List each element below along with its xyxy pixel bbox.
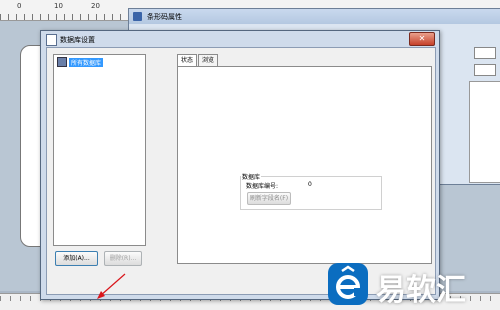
barcode-field[interactable] xyxy=(474,64,496,76)
tab-status[interactable]: 状态 xyxy=(177,54,198,66)
close-button[interactable]: ✕ xyxy=(409,32,435,46)
watermark-badge xyxy=(328,263,368,305)
database-number-label: 数据库编号: xyxy=(246,183,279,190)
tree-item-all-databases[interactable]: 所有数据库 xyxy=(57,57,104,67)
add-button[interactable]: 添加(A)... xyxy=(55,251,98,266)
refresh-fields-button[interactable]: 刷新字段名(F) xyxy=(247,192,291,205)
database-settings-icon xyxy=(46,34,57,46)
groupbox-title: 数据库 xyxy=(241,172,262,181)
tree-item-label: 所有数据库 xyxy=(69,57,104,67)
database-tree[interactable]: 所有数据库 xyxy=(53,54,146,246)
database-icon xyxy=(57,57,67,67)
ruler-tick: 0 xyxy=(17,2,22,10)
tab-browse[interactable]: 浏览 xyxy=(198,54,219,66)
red-arrow-annotation xyxy=(97,273,126,299)
tab-bar: 状态 浏览 xyxy=(177,54,219,66)
database-groupbox: 数据库 数据库编号: 0 刷新字段名(F) xyxy=(240,172,382,210)
close-icon: ✕ xyxy=(418,34,426,43)
barcode-window-icon xyxy=(133,12,142,21)
ruler-tick: 20 xyxy=(91,2,100,10)
delete-button[interactable]: 删除(R)... xyxy=(104,251,142,266)
barcode-list[interactable] xyxy=(469,81,500,183)
watermark-e-icon xyxy=(336,265,360,299)
tab-panel: 数据库 数据库编号: 0 刷新字段名(F) xyxy=(177,66,432,264)
barcode-field[interactable] xyxy=(474,47,496,59)
dialog-titlebar[interactable]: 数据库设置 ✕ xyxy=(41,31,439,46)
database-number-value: 0 xyxy=(308,181,312,188)
watermark-text: 易软汇 xyxy=(376,273,466,308)
dialog-body: 所有数据库 添加(A)... 删除(R)... 状态 浏览 数据库 数据库编号:… xyxy=(46,47,436,299)
watermark-logo: 易软汇 xyxy=(328,261,498,308)
barcode-window-titlebar[interactable]: 条形码属性 xyxy=(129,9,500,24)
barcode-window-title: 条形码属性 xyxy=(147,13,182,21)
dialog-title: 数据库设置 xyxy=(60,36,95,44)
ruler-tick: 10 xyxy=(54,2,63,10)
database-settings-dialog: 数据库设置 ✕ 所有数据库 添加(A)... 删除(R)... 状态 浏览 数据… xyxy=(40,30,440,300)
